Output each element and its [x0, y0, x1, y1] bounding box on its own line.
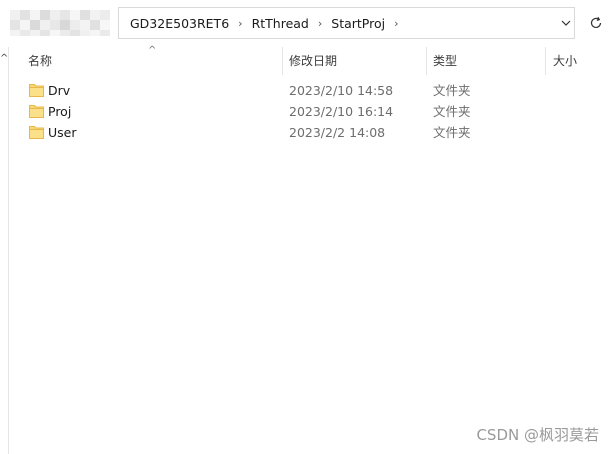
breadcrumb-item[interactable]: StartProj — [325, 16, 391, 31]
file-name: User — [48, 125, 77, 140]
blurred-region — [10, 10, 110, 36]
chevron-right-icon[interactable]: › — [315, 17, 325, 30]
column-header: ^ 名称 修改日期 类型 大小 — [10, 45, 613, 75]
column-header-name[interactable]: 名称 — [20, 47, 52, 75]
file-row-drv[interactable]: Drv 2023/2/10 14:58 文件夹 — [10, 80, 613, 101]
navigation-pane[interactable]: ^ — [0, 47, 9, 454]
folder-icon — [29, 126, 44, 139]
watermark: CSDN @枫羽莫若 — [476, 426, 599, 444]
file-list: Drv 2023/2/10 14:58 文件夹 Proj 2023/2/10 1… — [10, 80, 613, 143]
refresh-icon[interactable] — [585, 12, 607, 34]
column-header-size[interactable]: 大小 — [545, 47, 577, 75]
chevron-up-icon[interactable]: ^ — [0, 53, 8, 64]
column-header-type[interactable]: 类型 — [425, 47, 457, 75]
address-bar: GD32E503RET6 › RtThread › StartProj › — [0, 0, 613, 47]
file-type: 文件夹 — [433, 83, 471, 98]
breadcrumb-item[interactable]: GD32E503RET6 — [124, 16, 235, 31]
file-name: Proj — [48, 104, 72, 119]
file-row-proj[interactable]: Proj 2023/2/10 16:14 文件夹 — [10, 101, 613, 122]
chevron-down-icon[interactable] — [555, 12, 577, 34]
file-name: Drv — [48, 83, 71, 98]
file-date: 2023/2/2 14:08 — [289, 125, 386, 140]
folder-icon — [29, 84, 44, 97]
file-type: 文件夹 — [433, 104, 471, 119]
breadcrumb-item[interactable]: RtThread — [246, 16, 315, 31]
column-header-date[interactable]: 修改日期 — [281, 47, 337, 75]
chevron-right-icon[interactable]: › — [391, 17, 401, 30]
file-date: 2023/2/10 16:14 — [289, 104, 394, 119]
breadcrumb: GD32E503RET6 › RtThread › StartProj › — [124, 14, 402, 32]
sort-ascending-icon: ^ — [148, 45, 157, 56]
file-type: 文件夹 — [433, 125, 471, 140]
chevron-right-icon[interactable]: › — [235, 17, 245, 30]
folder-icon — [29, 105, 44, 118]
file-date: 2023/2/10 14:58 — [289, 83, 394, 98]
file-row-user[interactable]: User 2023/2/2 14:08 文件夹 — [10, 122, 613, 143]
